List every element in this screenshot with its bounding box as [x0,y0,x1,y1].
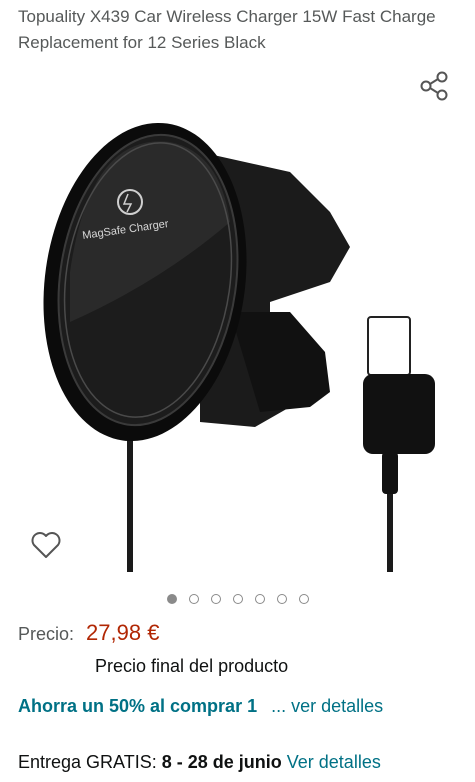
delivery-row: Entrega GRATIS: 8 - 28 de junio Ver deta… [18,752,381,773]
pagination-dot[interactable] [166,594,177,604]
delivery-dates: 8 - 28 de junio [161,752,282,772]
pagination-dot[interactable] [210,594,221,604]
price-note: Precio final del producto [95,656,289,676]
product-image[interactable] [30,62,450,582]
share-icon[interactable] [418,70,450,102]
delivery-prefix: Entrega GRATIS: [18,752,162,772]
product-image-gallery[interactable]: MagSafe Charger [0,62,475,582]
price-value: 27,98 € [86,620,160,645]
heart-icon[interactable] [30,530,62,560]
price-row: Precio: 27,98 € [18,620,159,652]
pagination-dot[interactable] [254,594,265,604]
price-label: Precio: [18,624,75,644]
pagination-dot[interactable] [276,594,287,604]
pagination-dot[interactable] [298,594,309,604]
promo-row[interactable]: Ahorra un 50% al comprar 1 ... ver detal… [18,696,383,717]
promo-text[interactable]: Ahorra un 50% al comprar 1 [18,696,257,717]
promo-details-link[interactable]: ... ver detalles [271,696,383,717]
pagination-dot[interactable] [232,594,243,604]
pagination-dot[interactable] [188,594,199,604]
image-pagination[interactable] [0,594,475,608]
product-title: Topuality X439 Car Wireless Charger 15W … [18,7,436,52]
delivery-details-link[interactable]: Ver detalles [287,752,381,772]
